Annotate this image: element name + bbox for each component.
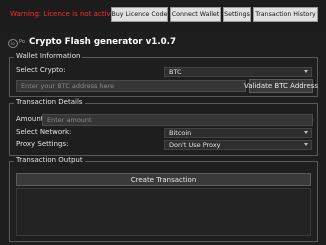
validate-address-button[interactable]: Validate BTC Address <box>244 79 318 93</box>
create-transaction-button[interactable]: Create Transaction <box>16 173 311 186</box>
chevron-down-icon <box>304 131 308 134</box>
chevron-down-icon <box>304 70 308 73</box>
select-network-label: Select Network: <box>16 128 72 136</box>
transaction-section-title: Transaction Details <box>14 98 85 106</box>
licence-warning: Warning: Licence is not activated <box>10 10 127 18</box>
settings-button[interactable]: Settings <box>223 7 251 22</box>
proxy-settings-label: Proxy Settings: <box>16 140 69 148</box>
page-title: Crypto Flash generator v1.0.7 <box>29 37 177 47</box>
app-window: Warning: Licence is not activated Buy Li… <box>0 0 326 245</box>
connect-wallet-button[interactable]: Connect Wallet <box>170 7 221 22</box>
select-crypto-label: Select Crypto: <box>16 66 66 74</box>
logo-icon: lo <box>8 39 18 48</box>
logo-suffix: Po <box>19 39 25 45</box>
transaction-output-group: Transaction Output Create Transaction <box>9 156 318 242</box>
top-bar: Warning: Licence is not activated Buy Li… <box>0 0 326 32</box>
network-select[interactable]: Bitcoin <box>164 128 312 138</box>
chevron-down-icon <box>304 143 308 146</box>
amount-input[interactable]: Enter amount <box>42 114 313 126</box>
network-select-value: Bitcoin <box>169 129 192 137</box>
wallet-section-title: Wallet Information <box>14 52 83 60</box>
output-section-title: Transaction Output <box>14 156 85 164</box>
proxy-select-value: Don't Use Proxy <box>169 141 221 149</box>
transaction-history-button[interactable]: Transaction History <box>253 7 318 22</box>
wallet-information-group: Wallet Information Select Crypto: BTC En… <box>9 52 318 97</box>
transaction-details-group: Transaction Details Amount: Enter amount… <box>9 98 318 156</box>
amount-placeholder: Enter amount <box>47 116 92 124</box>
buy-licence-button[interactable]: Buy Licence Code <box>111 7 168 22</box>
crypto-select[interactable]: BTC <box>164 67 312 77</box>
proxy-select[interactable]: Don't Use Proxy <box>164 140 312 150</box>
crypto-select-value: BTC <box>169 68 182 76</box>
output-log <box>16 188 311 236</box>
btc-address-input[interactable]: Enter your BTC address here <box>16 80 246 92</box>
btc-address-placeholder: Enter your BTC address here <box>21 82 115 90</box>
